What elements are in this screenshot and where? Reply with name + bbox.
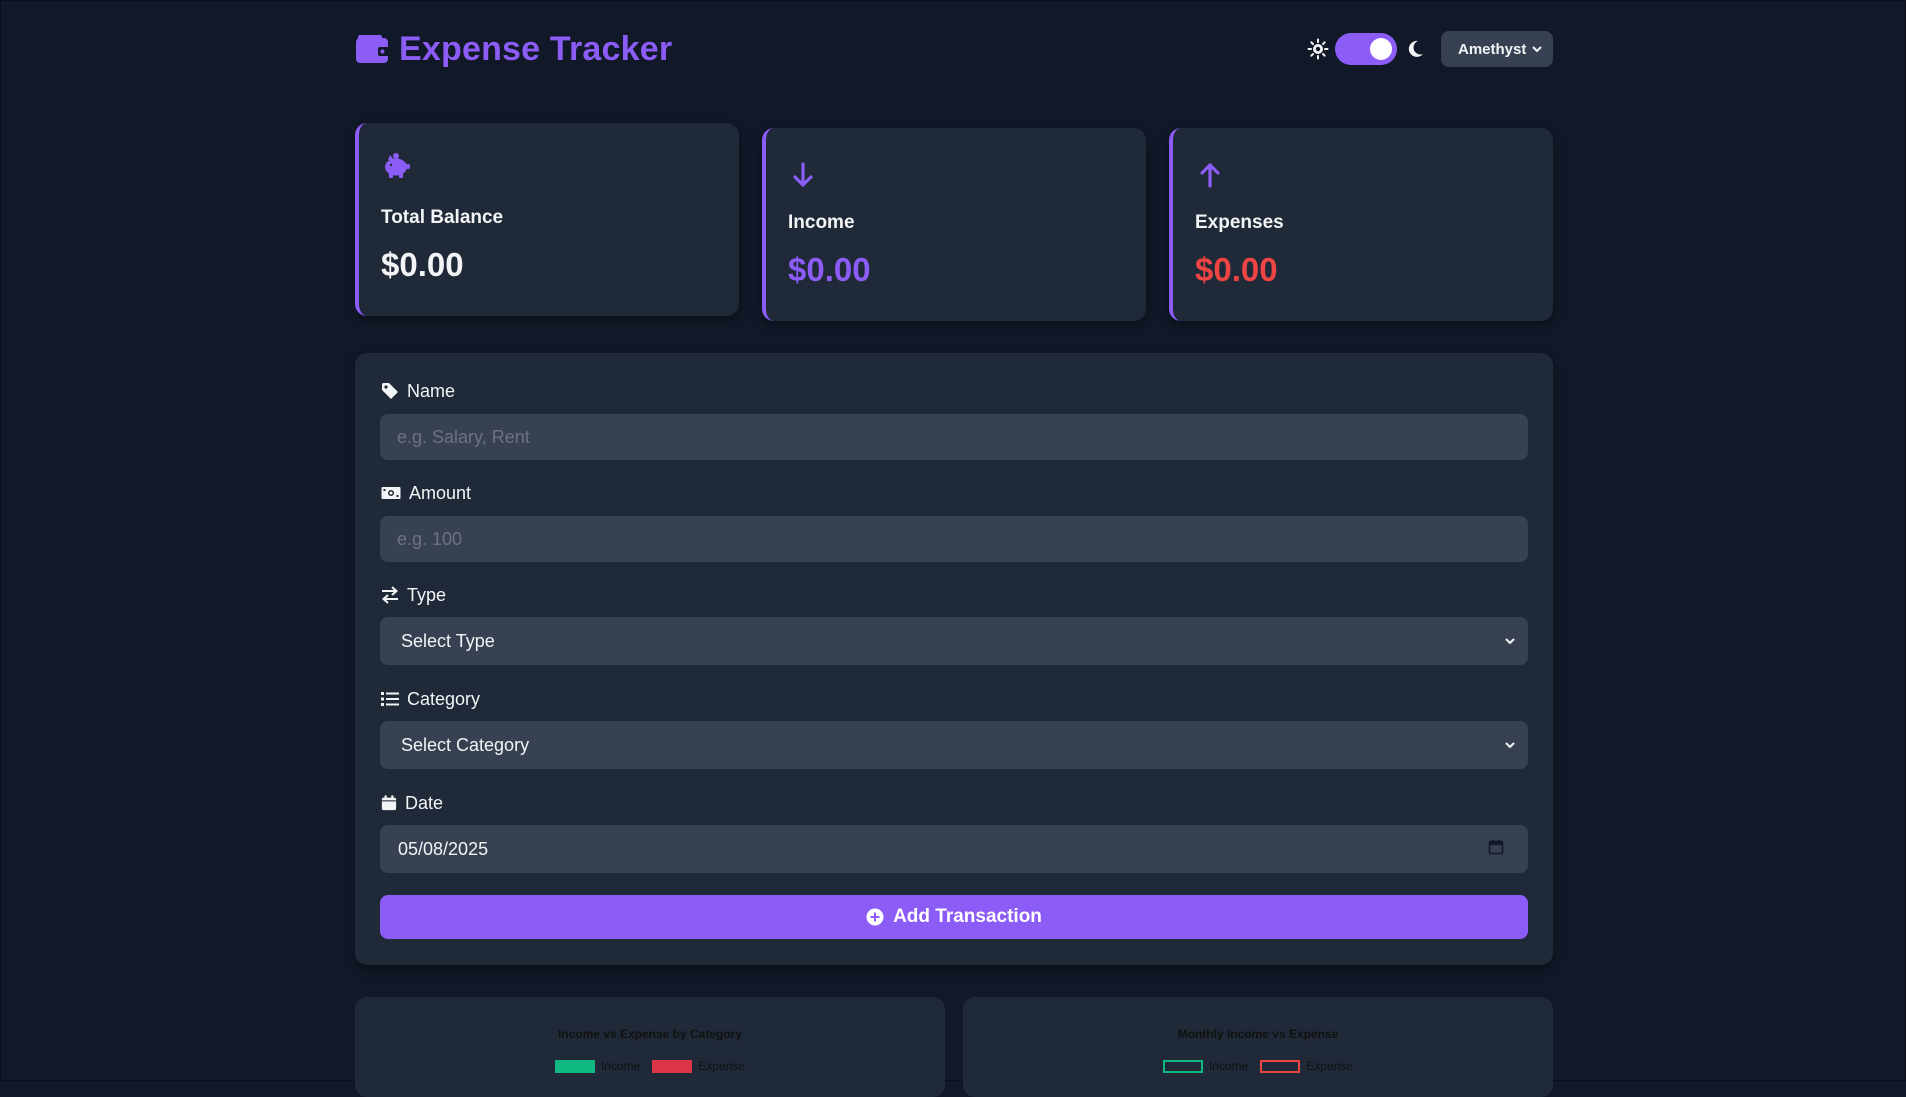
theme-controls: Amethyst — [1307, 31, 1553, 67]
category-label-text: Category — [407, 688, 481, 709]
moon-icon — [1408, 40, 1423, 57]
legend-item-income[interactable]: Income — [554, 1059, 641, 1073]
chart-legend: Income Expense — [963, 1059, 1553, 1073]
exchange-icon — [381, 586, 399, 604]
brand: Expense Tracker — [355, 29, 673, 68]
type-select-value: Select Type — [401, 630, 495, 651]
dark-mode-toggle[interactable] — [1335, 33, 1397, 65]
chart-title: Income vs Expense by Category — [557, 1027, 743, 1041]
balance-label: Total Balance — [381, 207, 504, 228]
category-select[interactable]: Select Category — [380, 721, 1528, 769]
income-value: $0.00 — [788, 251, 871, 288]
arrow-down-icon — [793, 162, 813, 187]
theme-select[interactable]: Amethyst — [1441, 31, 1553, 67]
category-select-value: Select Category — [401, 734, 530, 755]
tag-icon — [382, 383, 398, 399]
income-card: Income $0.00 — [762, 128, 1146, 321]
money-bill-icon — [381, 487, 401, 499]
amount-label-text: Amount — [409, 482, 472, 503]
name-label: Name — [381, 379, 455, 403]
income-label: Income — [788, 212, 855, 233]
legend-swatch-expense — [1260, 1059, 1301, 1073]
amount-label: Amount — [381, 481, 471, 505]
legend-swatch-expense — [652, 1059, 693, 1073]
legend-item-expense[interactable]: Expense — [652, 1059, 745, 1073]
monthly-chart: Monthly Income vs Expense Income Expense — [963, 997, 1553, 1097]
chevron-down-icon — [1505, 638, 1515, 645]
date-label-text: Date — [405, 792, 444, 813]
header: Expense Tracker Amethyst — [355, 29, 1553, 68]
category-label: Category — [381, 687, 480, 711]
add-transaction-label: Add Transaction — [893, 906, 1042, 927]
date-input[interactable]: 05/08/2025 — [380, 825, 1528, 873]
date-value: 05/08/2025 — [398, 838, 489, 859]
legend-swatch-income — [1162, 1059, 1203, 1073]
piggy-bank-icon — [385, 153, 410, 178]
expenses-label: Expenses — [1195, 212, 1284, 233]
wallet-icon — [356, 35, 389, 63]
legend-label: Income — [1208, 1059, 1249, 1073]
theme-select-value: Amethyst — [1458, 40, 1527, 58]
date-label: Date — [381, 791, 443, 815]
expenses-value: $0.00 — [1195, 251, 1278, 288]
calendar-icon — [381, 795, 397, 811]
type-label-text: Type — [407, 584, 447, 605]
plus-circle-icon — [866, 908, 884, 926]
balance-value: $0.00 — [381, 246, 464, 283]
chart-legend: Income Expense — [355, 1059, 945, 1073]
add-transaction-button[interactable]: Add Transaction — [380, 895, 1528, 939]
legend-label: Expense — [698, 1059, 746, 1073]
category-chart: Income vs Expense by Category Income Exp… — [355, 997, 945, 1097]
name-label-text: Name — [407, 380, 456, 401]
transaction-form: Name e.g. Salary, Rent Amount e.g. 100 T… — [355, 353, 1553, 965]
legend-label: Income — [600, 1059, 641, 1073]
amount-input[interactable]: e.g. 100 — [380, 516, 1528, 562]
list-icon — [381, 692, 399, 706]
legend-item-income[interactable]: Income — [1162, 1059, 1249, 1073]
type-select[interactable]: Select Type — [380, 617, 1528, 665]
name-placeholder: e.g. Salary, Rent — [397, 426, 530, 447]
chart-title: Monthly Income vs Expense — [1177, 1027, 1339, 1041]
arrow-up-icon — [1200, 163, 1220, 188]
legend-swatch-income — [554, 1059, 595, 1073]
type-label: Type — [381, 583, 446, 607]
toggle-knob — [1370, 38, 1392, 60]
legend-label: Expense — [1306, 1059, 1354, 1073]
app-title: Expense Tracker — [399, 29, 673, 68]
chevron-down-icon — [1505, 742, 1515, 749]
sun-icon — [1307, 38, 1329, 60]
amount-placeholder: e.g. 100 — [397, 528, 463, 549]
expenses-card: Expenses $0.00 — [1169, 128, 1553, 321]
chevron-down-icon — [1532, 46, 1542, 53]
balance-card: Total Balance $0.00 — [355, 123, 739, 316]
legend-item-expense[interactable]: Expense — [1260, 1059, 1353, 1073]
name-input[interactable]: e.g. Salary, Rent — [380, 414, 1528, 460]
calendar-icon[interactable] — [1488, 839, 1504, 855]
